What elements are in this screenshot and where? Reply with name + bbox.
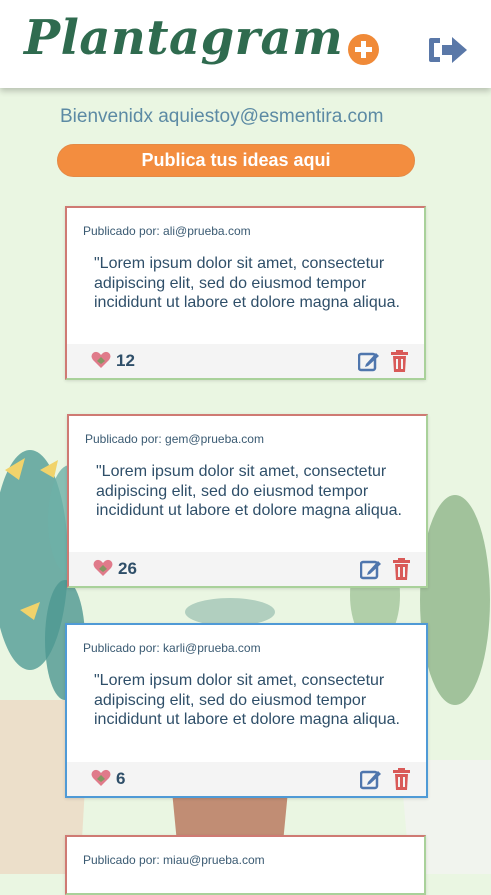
app-header: Plantagram <box>0 0 491 88</box>
post-author: Publicado por: ali@prueba.com <box>83 224 251 238</box>
post-text: "Lorem ipsum dolor sit amet, consectetur… <box>94 255 400 311</box>
edit-icon[interactable] <box>360 768 382 790</box>
trash-icon[interactable] <box>392 558 411 580</box>
like-count: 26 <box>118 559 137 578</box>
post-author: Publicado por: gem@prueba.com <box>85 432 264 446</box>
sign-out-icon <box>429 37 467 63</box>
trash-icon[interactable] <box>392 768 411 790</box>
post-card: Publicado por: ali@prueba.com "Lorem ips… <box>65 206 426 380</box>
add-post-button[interactable] <box>348 34 379 65</box>
post-card: Publicado por: miau@prueba.com <box>65 835 426 895</box>
trash-icon[interactable] <box>390 350 409 372</box>
logout-button[interactable] <box>428 34 468 66</box>
post-footer: 6 <box>67 762 426 796</box>
post-footer: 26 <box>69 552 426 586</box>
heart-icon[interactable] <box>93 559 113 577</box>
like-count: 12 <box>116 351 135 370</box>
post-text: "Lorem ipsum dolor sit amet, consectetur… <box>96 463 402 519</box>
publish-ideas-button[interactable]: Publica tus ideas aqui <box>57 144 415 177</box>
plus-circle-icon <box>355 41 372 58</box>
post-author: Publicado por: miau@prueba.com <box>83 853 265 867</box>
post-text: "Lorem ipsum dolor sit amet, consectetur… <box>94 672 400 728</box>
edit-icon[interactable] <box>360 558 382 580</box>
post-card: Publicado por: karli@prueba.com "Lorem i… <box>65 623 428 798</box>
heart-icon[interactable] <box>91 769 111 787</box>
welcome-message: Bienvenidx aquiestoy@esmentira.com <box>60 106 384 127</box>
like-count: 6 <box>116 769 126 788</box>
app-logo: Plantagram <box>24 10 344 66</box>
post-author: Publicado por: karli@prueba.com <box>83 641 261 655</box>
post-footer: 12 <box>67 344 424 378</box>
post-card: Publicado por: gem@prueba.com "Lorem ips… <box>67 414 428 588</box>
heart-icon[interactable] <box>91 351 111 369</box>
edit-icon[interactable] <box>358 350 380 372</box>
